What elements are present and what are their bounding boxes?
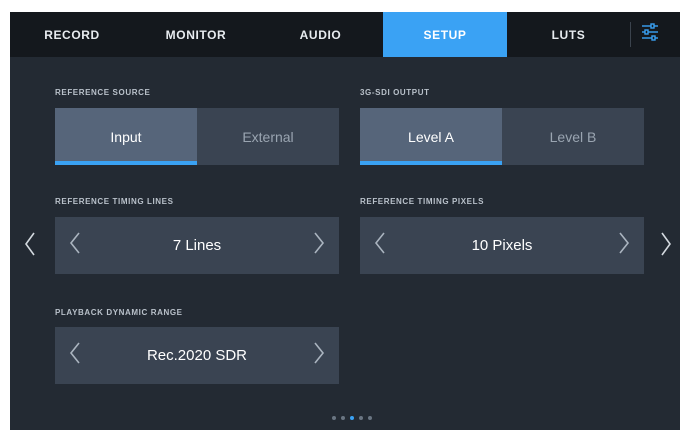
dynamic-range-increment-button[interactable] [299, 327, 339, 384]
chevron-left-icon [69, 342, 81, 369]
timing-pixels-stepper: 10 Pixels [360, 217, 644, 274]
sdi-output-level-a-option[interactable]: Level A [360, 108, 502, 165]
menu-button[interactable] [631, 12, 669, 57]
chevron-right-icon [313, 342, 325, 369]
chevron-right-icon [660, 232, 672, 261]
sliders-icon [640, 22, 660, 47]
page-dot [368, 416, 372, 420]
page-dot [332, 416, 336, 420]
sdi-output-level-a-label: Level A [408, 128, 454, 145]
chevron-left-icon [69, 232, 81, 259]
page-dot-current [350, 416, 354, 420]
timing-lines-value: 7 Lines [172, 237, 222, 254]
timing-lines-increment-button[interactable] [299, 217, 339, 274]
tab-bar: RECORD MONITOR AUDIO SETUP LUTS [10, 12, 680, 57]
chevron-right-icon [618, 232, 630, 259]
timing-pixels-label: REFERENCE TIMING PIXELS [360, 197, 485, 206]
tab-luts[interactable]: LUTS [507, 12, 630, 57]
dynamic-range-value: Rec.2020 SDR [146, 347, 248, 364]
sdi-output-label: 3G-SDI OUTPUT [360, 88, 430, 97]
previous-page-button[interactable] [18, 226, 42, 266]
sdi-output-level-b-label: Level B [549, 128, 597, 145]
timing-lines-stepper: 7 Lines [55, 217, 339, 274]
tab-monitor[interactable]: MONITOR [134, 12, 258, 57]
reference-source-input-option[interactable]: Input [55, 108, 197, 165]
chevron-left-icon [24, 232, 36, 261]
selected-indicator [55, 161, 197, 165]
chevron-left-icon [374, 232, 386, 259]
next-page-button[interactable] [654, 226, 678, 266]
reference-source-label: REFERENCE SOURCE [55, 88, 151, 97]
timing-pixels-increment-button[interactable] [604, 217, 644, 274]
chevron-right-icon [313, 232, 325, 259]
tab-setup[interactable]: SETUP [383, 12, 507, 57]
dynamic-range-stepper: Rec.2020 SDR [55, 327, 339, 384]
reference-source-external-label: External [242, 128, 294, 145]
page-dot [359, 416, 363, 420]
sdi-output-level-b-option[interactable]: Level B [502, 108, 644, 165]
selected-indicator [360, 161, 502, 165]
reference-source-control: Input External [55, 108, 339, 165]
tab-audio[interactable]: AUDIO [258, 12, 383, 57]
timing-pixels-decrement-button[interactable] [360, 217, 400, 274]
page-dot [341, 416, 345, 420]
dynamic-range-label: PLAYBACK DYNAMIC RANGE [55, 308, 183, 317]
setup-screen: RECORD MONITOR AUDIO SETUP LUTS REFERENC… [10, 12, 680, 430]
reference-source-input-label: Input [110, 128, 142, 145]
reference-source-external-option[interactable]: External [197, 108, 339, 165]
dynamic-range-decrement-button[interactable] [55, 327, 95, 384]
timing-pixels-value: 10 Pixels [471, 237, 533, 254]
tab-record[interactable]: RECORD [10, 12, 134, 57]
sdi-output-control: Level A Level B [360, 108, 644, 165]
timing-lines-decrement-button[interactable] [55, 217, 95, 274]
page-indicator [332, 416, 372, 420]
timing-lines-label: REFERENCE TIMING LINES [55, 197, 174, 206]
